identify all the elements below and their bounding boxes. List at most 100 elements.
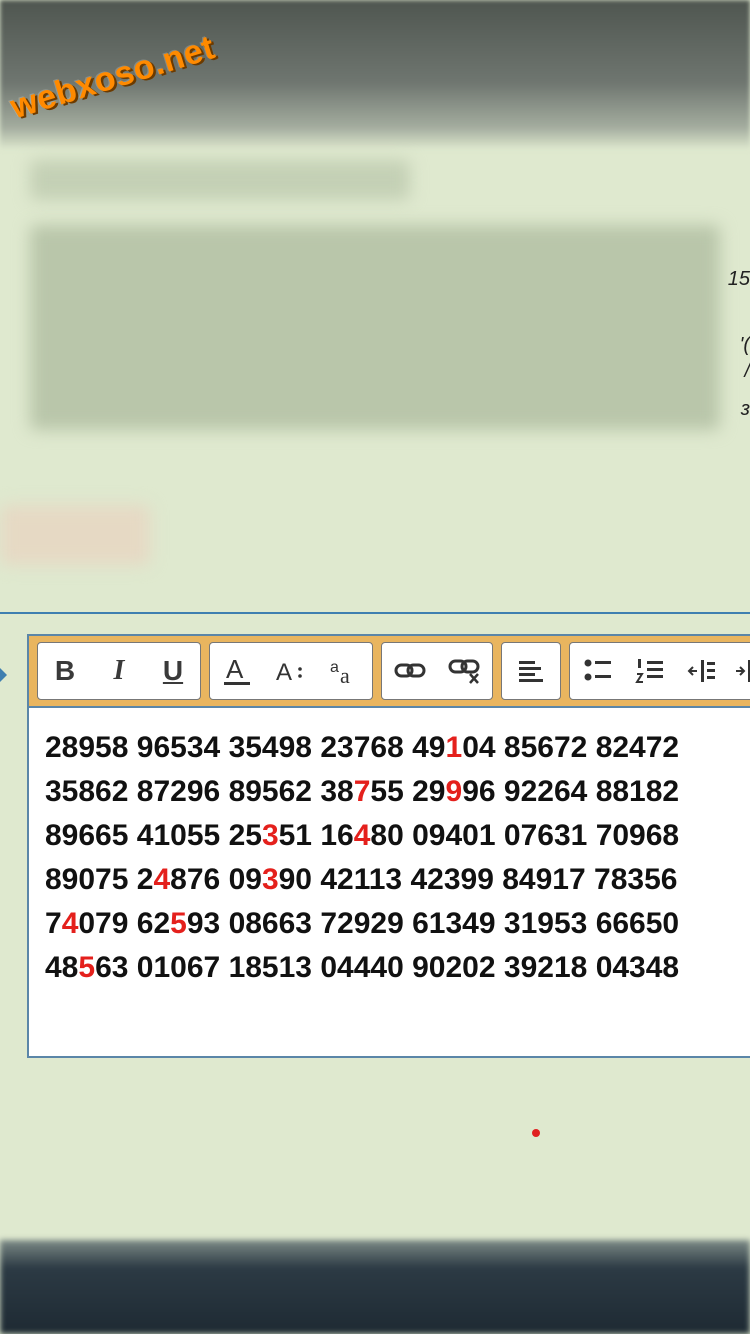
number-group: 61349 (412, 907, 496, 940)
number-group: 01067 (136, 951, 221, 984)
align-left-button[interactable] (511, 651, 551, 691)
number-group: 90202 (412, 951, 496, 984)
underline-label: U (162, 655, 184, 686)
number-group: 09401 (412, 819, 496, 852)
highlighted-digit: 1 (445, 731, 463, 764)
list-group (569, 642, 750, 700)
number-group: 66650 (595, 907, 680, 940)
svg-text:a: a (340, 663, 350, 688)
number-group: 62593 (136, 907, 221, 940)
bold-button[interactable]: B (45, 651, 85, 691)
number-group: 42113 (320, 863, 403, 896)
svg-text:A: A (276, 659, 292, 686)
number-line: 28958 96534 35498 23768 49104 85672 8247… (45, 726, 750, 770)
number-line: 74079 62593 08663 72929 61349 31953 6665… (45, 902, 750, 946)
align-left-icon (519, 661, 543, 682)
number-group: 78356 (594, 863, 678, 896)
outdent-icon (687, 660, 715, 682)
highlighted-digit: 3 (261, 863, 279, 896)
number-group: 89665 (45, 819, 129, 852)
number-group: 41055 (136, 819, 221, 852)
font-size-icon: A (276, 659, 302, 686)
editor-toolbar: B I U A A aa (29, 636, 750, 708)
number-group: 89075 (45, 863, 129, 896)
italic-label: I (113, 655, 125, 686)
blurred-post (30, 225, 720, 430)
number-line: 89665 41055 25351 16480 09401 07631 7096… (45, 814, 750, 858)
number-group: 16480 (320, 819, 404, 852)
highlighted-digit: 9 (445, 775, 463, 808)
number-group: 48563 (45, 951, 129, 984)
blurred-title (30, 160, 410, 200)
highlighted-digit: 3 (261, 819, 279, 852)
bullet-list-button[interactable] (578, 651, 618, 691)
font-size-button[interactable]: A (271, 651, 311, 691)
font-group: A A aa (209, 642, 373, 700)
editor-text-area[interactable]: 28958 96534 35498 23768 49104 85672 8247… (29, 708, 750, 990)
number-group: 04440 (320, 951, 404, 984)
italic-button[interactable]: I (99, 651, 139, 691)
number-group: 49104 (412, 731, 496, 764)
number-group: 84917 (502, 863, 586, 896)
number-group: 87296 (136, 775, 221, 808)
numbered-list-button[interactable] (630, 651, 670, 691)
link-icon (394, 663, 425, 678)
rich-text-editor[interactable]: B I U A A aa 28958 96534 35498 23768 491… (27, 634, 750, 1058)
align-group (501, 642, 561, 700)
font-color-icon: A (224, 654, 250, 685)
highlighted-digit: 5 (170, 907, 187, 940)
number-group: 25351 (228, 819, 312, 852)
blurred-item (0, 505, 150, 565)
number-line: 48563 01067 18513 04440 90202 39218 0434… (45, 946, 750, 990)
number-group: 38755 (320, 775, 404, 808)
number-group: 35862 (45, 775, 129, 808)
insert-link-button[interactable] (390, 651, 430, 691)
side-fragment: ɜ (740, 398, 750, 420)
font-family-icon: aa (330, 659, 350, 688)
underline-button[interactable]: U (153, 651, 193, 691)
number-line: 35862 87296 89562 38755 29996 92264 8818… (45, 770, 750, 814)
bullet-list-icon (584, 659, 611, 681)
section-divider (0, 612, 750, 614)
highlighted-digit: 5 (78, 951, 96, 984)
font-family-button[interactable]: aa (325, 651, 365, 691)
number-group: 31953 (503, 907, 588, 940)
outdent-button[interactable] (682, 651, 722, 691)
unlink-icon (448, 659, 479, 684)
highlighted-digit: 4 (353, 819, 371, 852)
number-group: 89562 (228, 775, 312, 808)
side-fragment: / (744, 360, 750, 382)
number-group: 23768 (320, 731, 404, 764)
number-group: 04348 (595, 951, 680, 984)
number-group: 35498 (228, 731, 312, 764)
red-dot (532, 1129, 540, 1137)
indent-icon (736, 660, 750, 682)
number-group: 85672 (503, 731, 588, 764)
number-group: 74079 (45, 907, 129, 940)
side-fragment: 15 (727, 268, 750, 290)
number-group: 29996 (412, 775, 496, 808)
blurred-bottom-bar (0, 1240, 750, 1334)
link-group (381, 642, 493, 700)
font-color-button[interactable]: A (217, 651, 257, 691)
number-group: 18513 (228, 951, 312, 984)
highlighted-digit: 4 (61, 907, 79, 940)
number-group: 70968 (595, 819, 680, 852)
number-group: 07631 (503, 819, 588, 852)
number-group: 72929 (320, 907, 404, 940)
number-group: 28958 (45, 731, 129, 764)
number-group: 09390 (228, 863, 312, 896)
number-group: 96534 (136, 731, 221, 764)
svg-text:a: a (330, 659, 339, 676)
editor-pointer (0, 668, 7, 682)
number-group: 08663 (228, 907, 312, 940)
highlighted-digit: 4 (153, 863, 171, 896)
highlighted-digit: 7 (353, 775, 371, 808)
number-group: 92264 (503, 775, 588, 808)
remove-link-button[interactable] (445, 651, 485, 691)
number-group: 24876 (136, 863, 221, 896)
number-group: 82472 (595, 731, 680, 764)
indent-button[interactable] (734, 651, 750, 691)
number-group: 88182 (595, 775, 680, 808)
number-group: 39218 (503, 951, 588, 984)
